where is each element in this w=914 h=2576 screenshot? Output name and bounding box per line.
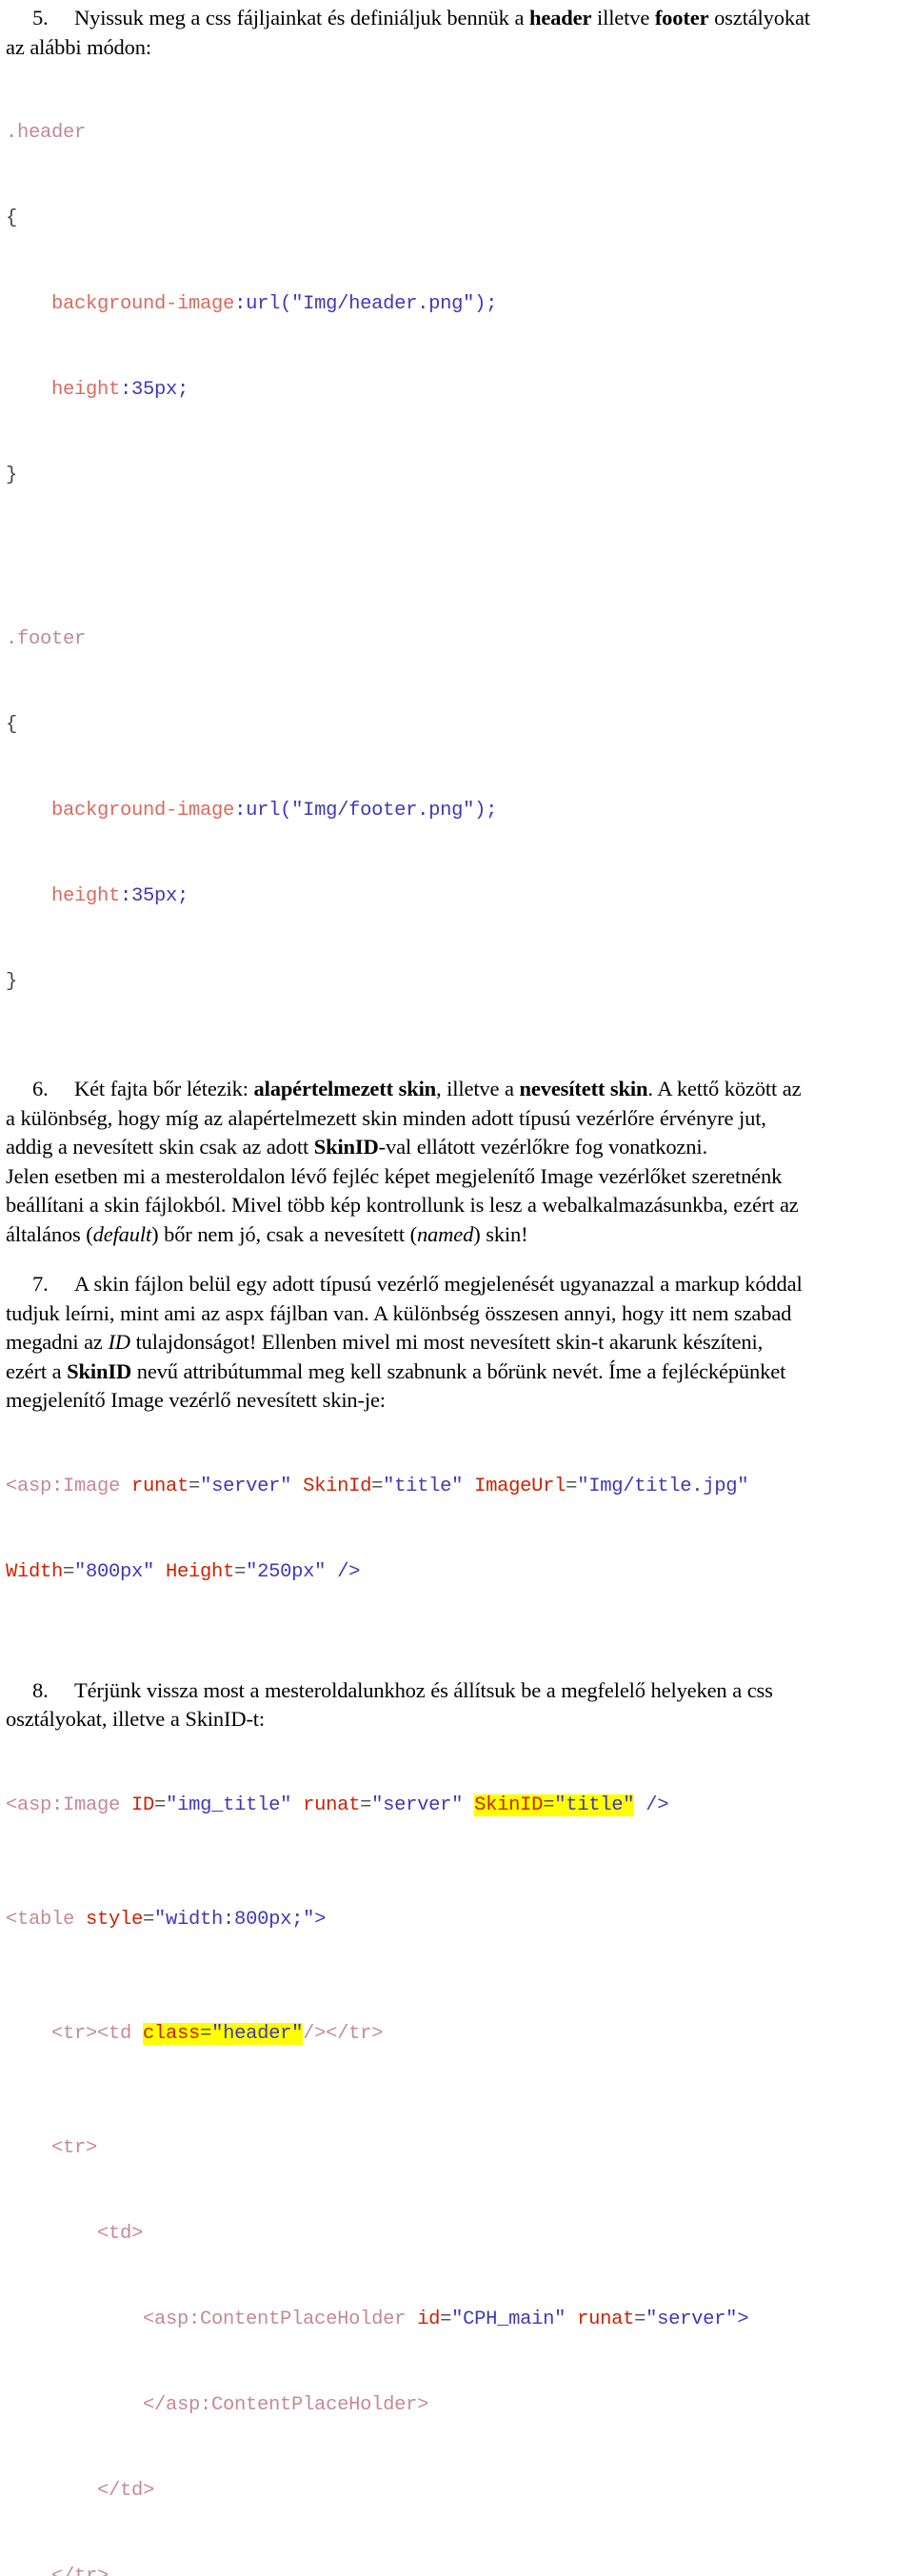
master-line4: <tr> (6, 2134, 908, 2163)
css-header-prop2: height:35px; (6, 376, 908, 405)
skin-image-line2: Width="800px" Height="250px" /> (6, 1558, 908, 1587)
item6-text-a: Két fajta bőr létezik: (74, 1077, 254, 1100)
item5-text-a: Nyissuk meg a css fájljainkat és definiá… (74, 6, 529, 30)
item5-text-c: osztályokat (708, 6, 810, 30)
item7-line4-a: ezért a (6, 1359, 67, 1383)
item6-line3-a: addig a nevesített skin csak az adott (6, 1135, 314, 1159)
css-footer-close-brace: } (6, 968, 908, 997)
item7-line3-b: tulajdonságot! Ellenben mivel mi most ne… (130, 1330, 763, 1354)
item5-bold-footer: footer (655, 6, 709, 30)
item6-line2: a különbség, hogy míg az alapértelmezett… (6, 1104, 908, 1134)
item7-italic-id: ID (108, 1330, 129, 1354)
css-footer-prop2: height:35px; (6, 882, 908, 911)
item7-line3-a: megadni az (6, 1330, 108, 1354)
list-number-5: 5. (6, 4, 74, 33)
item6-italic-default: default (93, 1222, 151, 1246)
item7-line2: tudjuk leírni, mint ami az aspx fájlban … (6, 1299, 908, 1329)
spacer (6, 1054, 908, 1075)
item6-line6-c: ) skin! (473, 1222, 527, 1246)
skin-image-line1: <asp:Image runat="server" SkinId="title"… (6, 1473, 908, 1501)
list-number-6: 6. (6, 1075, 74, 1104)
master-line8: </td> (6, 2477, 908, 2506)
item7-skinid-bold: SkinID (67, 1359, 131, 1383)
item6-italic-named: named (417, 1222, 473, 1246)
css-footer-prop1: background-image:url("Img/footer.png"); (6, 797, 908, 825)
css-header-close-brace: } (6, 462, 908, 490)
css-header-prop1: background-image:url("Img/header.png"); (6, 290, 908, 319)
item6-line3: addig a nevesített skin csak az adott Sk… (6, 1133, 908, 1162)
item7-line1: A skin fájlon belül egy adott típusú vez… (74, 1272, 803, 1296)
list-item-7: 7.A skin fájlon belül egy adott típusú v… (6, 1270, 908, 1299)
spacer (6, 1249, 908, 1270)
css-footer-selector-line: .footer (6, 625, 908, 654)
css-header-open-brace: { (6, 205, 908, 233)
item7-line5: megjelenítő Image vezérlő nevesített ski… (6, 1386, 908, 1416)
highlight-class-header: class="header" (143, 2023, 303, 2045)
item6-bold-b: nevesített skin (520, 1077, 648, 1100)
item8-line2: osztályokat, illetve a SkinID-t: (6, 1705, 908, 1734)
master-line1: <asp:Image ID="img_title" runat="server"… (6, 1792, 908, 1820)
item6-text-b: , illetve a (436, 1077, 520, 1100)
list-item-5: 5.Nyissuk meg a css fájljainkat és defin… (6, 4, 908, 33)
code-block-css-footer: .footer { background-image:url("Img/foot… (6, 568, 908, 1054)
item6-text-c: . A kettő között az (647, 1077, 801, 1100)
css-selector-header: .header (6, 122, 86, 144)
item7-line3: megadni az ID tulajdonságot! Ellenben mi… (6, 1328, 908, 1357)
spacer (6, 1644, 908, 1676)
item6-line6: általános (default) bőr nem jó, csak a n… (6, 1220, 908, 1250)
item7-line4: ezért a SkinID nevű attribútummal meg ke… (6, 1357, 908, 1387)
code-block-master-page: <asp:Image ID="img_title" runat="server"… (6, 1734, 908, 2576)
master-line2: <table style="width:800px;"> (6, 1906, 908, 1934)
code-block-skin-image: <asp:Image runat="server" SkinId="title"… (6, 1416, 908, 1644)
item6-line6-a: általános ( (6, 1222, 93, 1246)
item5-text-b: illetve (591, 6, 655, 30)
list-number-7: 7. (6, 1270, 74, 1299)
list-item-8: 8.Térjünk vissza most a mesteroldalunkho… (6, 1676, 908, 1706)
item6-skinid-bold: SkinID (314, 1135, 379, 1159)
master-line5: <td> (6, 2220, 908, 2249)
master-line6: <asp:ContentPlaceHolder id="CPH_main" ru… (6, 2306, 908, 2334)
css-footer-open-brace: { (6, 711, 908, 740)
item8-line1: Térjünk vissza most a mesteroldalunkhoz … (74, 1678, 773, 1702)
highlight-skinid: SkinID="title" (474, 1794, 634, 1816)
master-line3: <tr><td class="header"/></tr> (6, 2020, 908, 2049)
master-line9: </tr> (6, 2563, 908, 2576)
item6-line6-b: ) bőr nem jó, csak a nevesített ( (151, 1222, 417, 1246)
item6-line4: Jelen esetben mi a mesteroldalon lévő fe… (6, 1162, 908, 1192)
list-item-6: 6.Két fajta bőr létezik: alapértelmezett… (6, 1075, 908, 1104)
item6-line5: beállítani a skin fájlokból. Mivel több … (6, 1191, 908, 1220)
item6-bold-a: alapértelmezett skin (254, 1077, 437, 1100)
spacer (6, 547, 908, 568)
item6-line3-b: -val ellátott vezérlőkre fog vonatkozni. (379, 1135, 707, 1159)
code-block-css-header: .header { background-image:url("Img/head… (6, 62, 908, 547)
master-line7: </asp:ContentPlaceHolder> (6, 2391, 908, 2420)
css-header-selector-line: .header (6, 119, 908, 148)
item7-line4-b: nevű attribútummal meg kell szabnunk a b… (131, 1359, 785, 1383)
document-page: 5.Nyissuk meg a css fájljainkat és defin… (0, 0, 914, 1288)
item5-line2: az alábbi módon: (6, 33, 908, 63)
item5-bold-header: header (529, 6, 591, 30)
list-number-8: 8. (6, 1676, 74, 1706)
css-selector-footer: .footer (6, 628, 86, 650)
